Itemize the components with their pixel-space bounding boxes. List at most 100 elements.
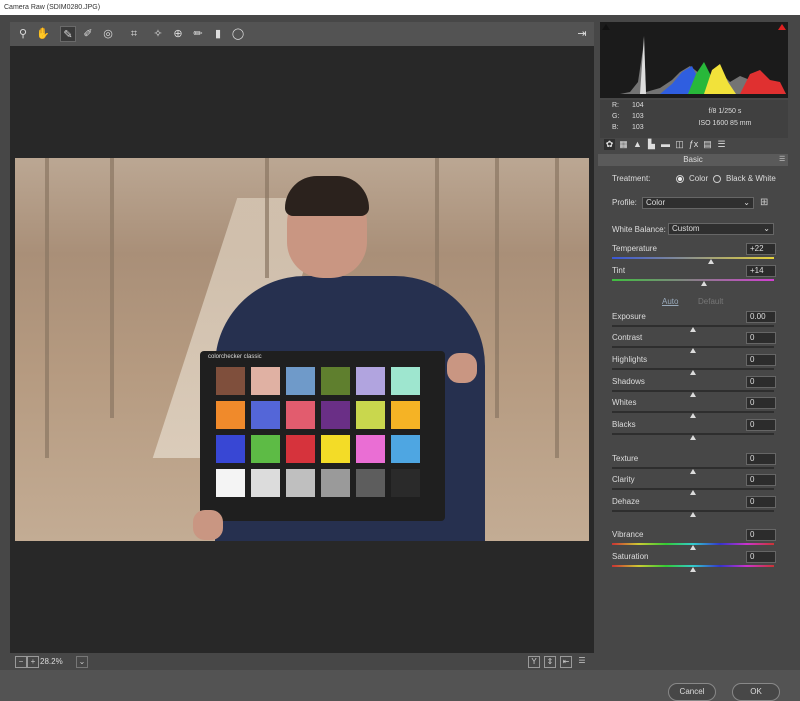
slider-thumb[interactable] — [690, 567, 696, 572]
slider-value-field[interactable]: 0 — [746, 419, 776, 431]
slider-value-field[interactable]: 0 — [746, 474, 776, 486]
slider-value-field[interactable]: 0 — [746, 453, 776, 465]
color-swatch — [286, 469, 315, 497]
color-swatch — [251, 367, 280, 395]
color-swatch — [286, 367, 315, 395]
highlight-clipping-icon[interactable] — [778, 24, 786, 30]
slider-thumb[interactable] — [690, 370, 696, 375]
color-swatch — [216, 367, 245, 395]
slider-thumb[interactable] — [690, 512, 696, 517]
slider-thumb[interactable] — [690, 469, 696, 474]
camera-info: f/8 1/250 s ISO 1600 85 mm — [680, 106, 770, 130]
slider-thumb[interactable] — [690, 545, 696, 550]
profile-browser-icon[interactable]: ⊞ — [760, 196, 774, 210]
profile-dropdown[interactable]: Color ⌄ — [642, 197, 754, 209]
image-preview-area[interactable]: colorchecker classic — [10, 46, 594, 653]
profile-label: Profile: — [612, 198, 637, 207]
white-balance-icon[interactable]: ✎ — [60, 26, 76, 42]
slider-value-field[interactable]: 0 — [746, 551, 776, 563]
color-sampler-icon[interactable]: ✐ — [80, 26, 96, 42]
status-bar: − + 28.2% ⌄ Y ⇕ ⇤ ☰ — [10, 654, 594, 670]
slider-track[interactable] — [612, 279, 774, 281]
iso-focal: ISO 1600 85 mm — [698, 120, 752, 127]
slider-thumb[interactable] — [690, 348, 696, 353]
radial-filter-icon[interactable]: ◯ — [230, 26, 246, 42]
zoom-level: 28.2% — [40, 657, 63, 666]
slider-value-field[interactable]: 0 — [746, 354, 776, 366]
hsl-tab-icon[interactable]: ▙ — [646, 139, 657, 150]
adjustment-brush-icon[interactable]: ✏ — [190, 26, 206, 42]
zoom-out-button[interactable]: − — [15, 656, 27, 668]
slider-value-field[interactable]: 0 — [746, 376, 776, 388]
red-value: 104 — [632, 102, 644, 109]
tone-curve-tab-icon[interactable]: ▦ — [618, 139, 629, 150]
slider-value-field[interactable]: 0 — [746, 529, 776, 541]
cancel-button[interactable]: Cancel — [668, 683, 716, 701]
color-swatch — [321, 367, 350, 395]
zoom-dropdown-icon[interactable]: ⌄ — [76, 656, 88, 668]
targeted-adjustment-icon[interactable]: ◎ — [100, 26, 116, 42]
slider-label: Whites — [612, 398, 637, 407]
slider-value-field[interactable]: 0.00 — [746, 311, 776, 323]
effects-tab-icon[interactable]: ƒx — [688, 139, 699, 150]
swatch-grid — [216, 367, 429, 497]
slider-label: Saturation — [612, 552, 649, 561]
treatment-bw-label: Black & White — [726, 174, 776, 183]
split-toning-tab-icon[interactable]: ▬ — [660, 139, 671, 150]
zoom-icon[interactable]: ⚲ — [15, 26, 31, 42]
panel-tabs: ✿ ▦ ▲ ▙ ▬ ◫ ƒx ▤ ☰ — [600, 138, 788, 152]
before-after-icon[interactable]: Y — [528, 656, 540, 668]
slider-thumb[interactable] — [690, 392, 696, 397]
slider-thumb[interactable] — [690, 327, 696, 332]
slider-thumb[interactable] — [701, 281, 708, 286]
slider-label: Highlights — [612, 355, 648, 364]
slider-value-field[interactable]: 0 — [746, 332, 776, 344]
default-button[interactable]: Default — [698, 296, 723, 308]
swap-settings-icon[interactable]: ⇕ — [544, 656, 556, 668]
slider-track[interactable] — [612, 257, 774, 259]
panel-menu-icon[interactable]: ☰ — [779, 156, 787, 164]
crop-icon[interactable]: ⌗ — [126, 26, 142, 42]
slider-thumb[interactable] — [690, 413, 696, 418]
slider-label: Vibrance — [612, 530, 644, 539]
hand-icon[interactable]: ✋ — [35, 26, 51, 42]
zoom-in-button[interactable]: + — [27, 656, 39, 668]
presets-tab-icon[interactable]: ☰ — [716, 139, 727, 150]
bottom-bar: Cancel OK — [0, 670, 800, 701]
slider-value-field[interactable]: 0 — [746, 496, 776, 508]
calibration-tab-icon[interactable]: ▤ — [702, 139, 713, 150]
color-swatch — [391, 401, 420, 429]
color-swatch — [321, 435, 350, 463]
treatment-color-label: Color — [689, 174, 709, 183]
section-title: Basic — [598, 154, 788, 166]
color-checker-card: colorchecker classic — [200, 351, 445, 521]
shadow-clipping-icon[interactable] — [602, 24, 610, 30]
red-eye-icon[interactable]: ⊕ — [170, 26, 186, 42]
ok-button[interactable]: OK — [732, 683, 780, 701]
slider-thumb[interactable] — [690, 435, 696, 440]
treatment-label: Treatment: — [612, 174, 651, 183]
slider-label: Texture — [612, 454, 639, 463]
tool-bar: ⚲ ✋ ✎ ✐ ◎ ⌗ ✧ ⊕ ✏ ▮ ◯ ⇥ — [10, 22, 594, 46]
treatment-color-radio[interactable] — [676, 175, 684, 183]
slider-thumb[interactable] — [707, 259, 714, 264]
lens-tab-icon[interactable]: ◫ — [674, 139, 685, 150]
spot-removal-icon[interactable]: ✧ — [150, 26, 166, 42]
slider-thumb[interactable] — [690, 490, 696, 495]
preview-preferences-icon[interactable]: ☰ — [576, 656, 588, 668]
slider-value-field[interactable]: +22 — [746, 243, 776, 255]
basic-tab-icon[interactable]: ✿ — [604, 139, 615, 150]
graduated-filter-icon[interactable]: ▮ — [210, 26, 226, 42]
white-balance-label: White Balance: — [612, 225, 666, 234]
color-swatch — [251, 435, 280, 463]
white-balance-dropdown[interactable]: Custom ⌄ — [668, 223, 774, 235]
slider-label: Contrast — [612, 333, 643, 342]
fullscreen-icon[interactable]: ⇥ — [574, 26, 590, 42]
slider-value-field[interactable]: 0 — [746, 397, 776, 409]
treatment-bw-radio[interactable] — [713, 175, 721, 183]
auto-button[interactable]: Auto — [662, 296, 678, 308]
color-swatch — [356, 401, 385, 429]
detail-tab-icon[interactable]: ▲ — [632, 139, 643, 150]
copy-settings-icon[interactable]: ⇤ — [560, 656, 572, 668]
slider-value-field[interactable]: +14 — [746, 265, 776, 277]
